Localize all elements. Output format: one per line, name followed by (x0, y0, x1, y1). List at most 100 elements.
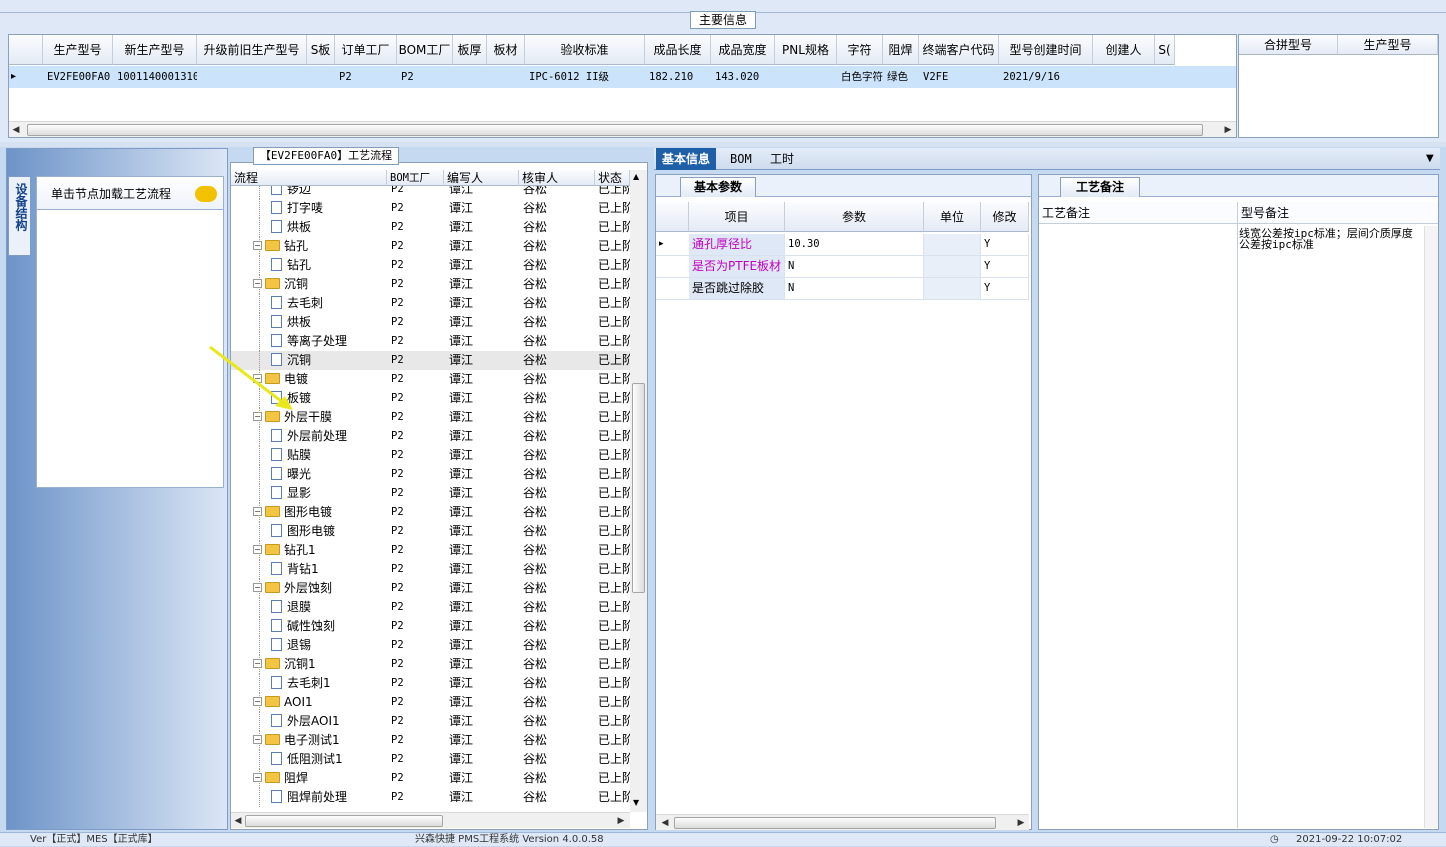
tree-node[interactable]: 钻孔 (271, 256, 387, 275)
col-writer[interactable]: 编写人 (444, 170, 519, 186)
main-info-grid[interactable]: 生产型号 新生产型号 升级前旧生产型号 S板 订单工厂 BOM工厂 板厚 板材 验收标准 成品长度… (8, 34, 1237, 138)
left-nav-body[interactable] (36, 210, 224, 488)
tree-row[interactable]: 去毛刺 P2 谭江 谷松 已上阶 (231, 294, 630, 313)
main-grid-scroll-thumb[interactable] (27, 124, 1203, 136)
tree-node[interactable]: 退膜 (271, 598, 387, 617)
tree-row[interactable]: 图形电镀 P2 谭江 谷松 已上阶 (231, 522, 630, 541)
tree-row[interactable]: − 沉铜 P2 谭江 谷松 已上阶 (231, 275, 630, 294)
tree-node[interactable]: 低阻测试1 (271, 750, 387, 769)
main-col-header[interactable]: 终端客户代码 (919, 35, 999, 65)
tree-node[interactable]: − 外层蚀刻 (253, 579, 387, 598)
tree-row[interactable]: 去毛刺1 P2 谭江 谷松 已上阶 (231, 674, 630, 693)
main-col-header[interactable]: 字符 (837, 35, 883, 65)
collapse-icon[interactable]: − (253, 545, 262, 554)
main-cell[interactable]: IPC-6012 II级 (525, 66, 645, 88)
tree-row[interactable]: 外层前处理 P2 谭江 谷松 已上阶 (231, 427, 630, 446)
main-col-header[interactable]: 生产型号 (43, 35, 113, 65)
main-cell[interactable] (1093, 66, 1155, 88)
scroll-right-icon[interactable]: ▶ (614, 813, 628, 829)
tree-node[interactable]: 贴膜 (271, 446, 387, 465)
scroll-left-icon[interactable]: ◀ (658, 815, 672, 831)
merge-model-header[interactable]: 合拼型号 (1239, 35, 1338, 55)
main-cell[interactable]: 白色字符 (837, 66, 883, 88)
collapse-icon[interactable]: − (253, 507, 262, 516)
tab-dropdown-icon[interactable]: ▼ (1420, 148, 1440, 170)
tree-row[interactable]: − 电子测试1 P2 谭江 谷松 已上阶 (231, 731, 630, 750)
main-cell[interactable]: EV2FE00FA0 (43, 66, 113, 88)
tree-row[interactable]: 烘板 P2 谭江 谷松 已上阶 (231, 218, 630, 237)
param-value[interactable]: N (785, 256, 924, 277)
merge-model-grid[interactable]: 合拼型号 生产型号 (1238, 34, 1439, 138)
process-tree[interactable]: 锣边 P2 谭江 谷松 已上阶 打字唛 P2 谭江 谷松 已上阶 烘板 P2 谭江 谷松 已上阶 − 钻孔 P2 谭… (231, 186, 630, 812)
col-flow[interactable]: 流程 (231, 170, 387, 186)
tree-node[interactable]: 显影 (271, 484, 387, 503)
process-note-textarea[interactable] (1039, 224, 1238, 828)
tree-row[interactable]: 曝光 P2 谭江 谷松 已上阶 (231, 465, 630, 484)
main-col-header[interactable]: 验收标准 (525, 35, 645, 65)
main-col-header[interactable]: PNL规格 (775, 35, 837, 65)
tree-row[interactable]: 钻孔 P2 谭江 谷松 已上阶 (231, 256, 630, 275)
tree-node[interactable]: 碱性蚀刻 (271, 617, 387, 636)
tree-node[interactable]: 退锡 (271, 636, 387, 655)
main-col-header[interactable]: S( (1155, 35, 1175, 65)
equipment-structure-tab[interactable]: 设备结构 (8, 176, 30, 256)
col-status[interactable]: 状态 (595, 170, 630, 186)
tab-bom[interactable]: BOM (724, 148, 758, 170)
main-col-header[interactable]: 阻焊 (883, 35, 919, 65)
tab-labor-time[interactable]: 工时 (764, 148, 800, 170)
tree-row[interactable]: 打字唛 P2 谭江 谷松 已上阶 (231, 199, 630, 218)
notes-vscrollbar[interactable] (1424, 226, 1438, 828)
collapse-icon[interactable]: − (253, 659, 262, 668)
tab-basic-params[interactable]: 基本参数 (680, 177, 756, 197)
main-cell[interactable] (1155, 66, 1175, 88)
tree-row[interactable]: − 图形电镀 P2 谭江 谷松 已上阶 (231, 503, 630, 522)
scroll-left-icon[interactable]: ◀ (231, 813, 245, 829)
main-cell[interactable]: 2021/9/16 (999, 66, 1093, 88)
model-note-text[interactable]: 线宽公差按ipc标准；层间介质厚度公差按ipc标准 (1239, 228, 1423, 828)
scroll-right-icon[interactable]: ▶ (1221, 122, 1235, 137)
tree-node[interactable]: 外层前处理 (271, 427, 387, 446)
main-cell[interactable]: 143.020 (711, 66, 775, 88)
main-grid-hscrollbar[interactable]: ◀ ▶ (9, 121, 1236, 137)
main-col-header[interactable]: BOM工厂 (397, 35, 453, 65)
tree-row[interactable]: 外层AOI1 P2 谭江 谷松 已上阶 (231, 712, 630, 731)
param-value[interactable]: N (785, 278, 924, 299)
tree-row[interactable]: 碱性蚀刻 P2 谭江 谷松 已上阶 (231, 617, 630, 636)
tree-hscrollbar[interactable]: ◀ ▶ (231, 812, 630, 828)
main-cell[interactable] (197, 66, 307, 88)
tree-row[interactable]: − 阻焊 P2 谭江 谷松 已上阶 (231, 769, 630, 788)
tree-row[interactable]: 退锡 P2 谭江 谷松 已上阶 (231, 636, 630, 655)
collapse-icon[interactable]: − (253, 583, 262, 592)
main-cell[interactable]: 10011400013100 (113, 66, 197, 88)
tree-row[interactable]: 锣边 P2 谭江 谷松 已上阶 (231, 186, 630, 199)
main-col-header[interactable]: 板材 (487, 35, 525, 65)
tree-node[interactable]: 烘板 (271, 218, 387, 237)
tree-node[interactable]: 去毛刺 (271, 294, 387, 313)
scroll-left-icon[interactable]: ◀ (9, 122, 23, 137)
tree-node[interactable]: 曝光 (271, 465, 387, 484)
horizontal-splitter[interactable] (0, 142, 1446, 147)
collapse-icon[interactable]: − (253, 279, 262, 288)
tree-node[interactable]: 打字唛 (271, 199, 387, 218)
param-row[interactable]: 是否跳过除胶 N Y (656, 278, 1029, 300)
tree-row[interactable]: 烘板 P2 谭江 谷松 已上阶 (231, 313, 630, 332)
tree-node[interactable]: − 钻孔 (253, 237, 387, 256)
main-cell[interactable]: 绿色 (883, 66, 919, 88)
tree-node[interactable]: − 钻孔1 (253, 541, 387, 560)
tree-node[interactable]: − 图形电镀 (253, 503, 387, 522)
params-hscroll-thumb[interactable] (674, 817, 996, 829)
tree-row[interactable]: 背钻1 P2 谭江 谷松 已上阶 (231, 560, 630, 579)
tree-row[interactable]: 退膜 P2 谭江 谷松 已上阶 (231, 598, 630, 617)
main-col-header[interactable]: 型号创建时间 (999, 35, 1093, 65)
tree-row[interactable]: 贴膜 P2 谭江 谷松 已上阶 (231, 446, 630, 465)
tree-row[interactable]: − 外层蚀刻 P2 谭江 谷松 已上阶 (231, 579, 630, 598)
main-col-header[interactable]: S板 (307, 35, 335, 65)
param-row[interactable]: ▸ 通孔厚径比 10.30 Y (656, 234, 1029, 256)
tree-row[interactable]: 阻焊前处理 P2 谭江 谷松 已上阶 (231, 788, 630, 807)
tree-node[interactable]: 阻焊前处理 (271, 788, 387, 807)
col-param[interactable]: 参数 (785, 202, 924, 232)
main-col-header[interactable]: 成品长度 (645, 35, 711, 65)
scroll-up-icon[interactable]: ▲ (633, 172, 639, 181)
col-reviewer[interactable]: 核审人 (519, 170, 595, 186)
tree-scroll-thumb[interactable] (632, 383, 645, 593)
